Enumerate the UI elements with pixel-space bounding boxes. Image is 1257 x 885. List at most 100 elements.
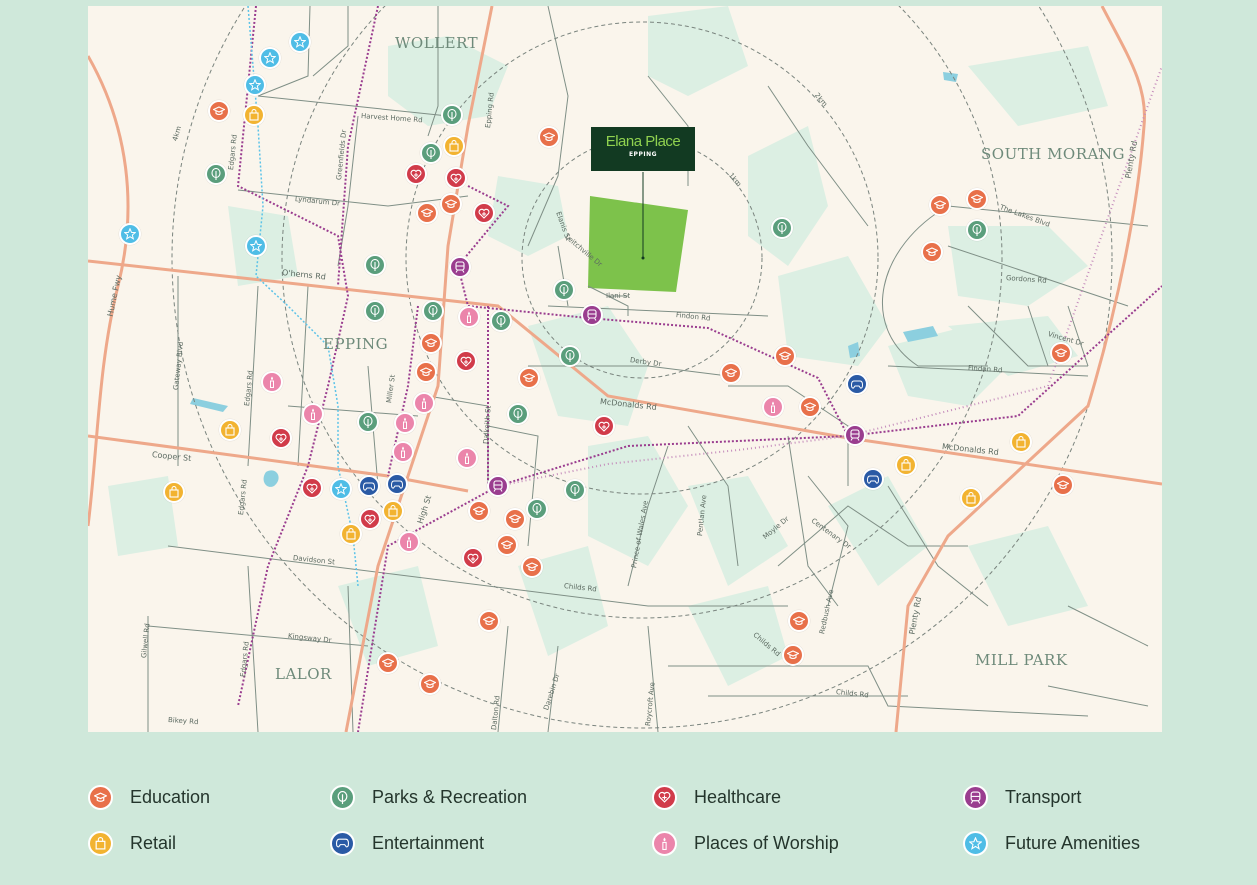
healthcare-marker[interactable] [462, 547, 484, 569]
legend-parks[interactable]: Parks & Recreation [330, 784, 527, 810]
healthcare-marker[interactable] [359, 508, 381, 530]
worship-marker[interactable] [394, 412, 416, 434]
parks-marker[interactable] [553, 279, 575, 301]
entertainment-marker[interactable] [386, 473, 408, 495]
parks-marker[interactable] [422, 300, 444, 322]
retail-marker[interactable] [243, 104, 265, 126]
future-marker[interactable] [244, 74, 266, 96]
parks-marker[interactable] [441, 104, 463, 126]
transport-marker[interactable] [449, 256, 471, 278]
worship-marker[interactable] [261, 371, 283, 393]
education-marker[interactable] [782, 644, 804, 666]
education-marker[interactable] [419, 673, 441, 695]
future-marker[interactable] [330, 478, 352, 500]
worship-marker[interactable] [392, 441, 414, 463]
education-marker[interactable] [929, 194, 951, 216]
retail-marker[interactable] [443, 135, 465, 157]
retail-marker[interactable] [382, 500, 404, 522]
healthcare-marker[interactable] [301, 477, 323, 499]
parks-marker[interactable] [507, 403, 529, 425]
worship-marker[interactable] [302, 403, 324, 425]
mortarboard-icon [926, 247, 938, 257]
legend-label: Healthcare [694, 786, 782, 807]
heart-cross-icon [275, 433, 287, 444]
legend-healthcare[interactable]: Healthcare [652, 784, 781, 810]
future-marker[interactable] [245, 235, 267, 257]
healthcare-marker[interactable] [405, 163, 427, 185]
worship-marker[interactable] [413, 392, 435, 414]
education-marker[interactable] [478, 610, 500, 632]
entertainment-marker[interactable] [846, 373, 868, 395]
worship-marker[interactable] [456, 447, 478, 469]
parks-marker[interactable] [364, 254, 386, 276]
legend-retail[interactable]: Retail [88, 830, 176, 856]
education-marker[interactable] [720, 362, 742, 384]
education-marker[interactable] [1050, 342, 1072, 364]
education-marker[interactable] [799, 396, 821, 418]
transport-marker[interactable] [581, 304, 603, 326]
worship-marker[interactable] [458, 306, 480, 328]
healthcare-marker[interactable] [445, 167, 467, 189]
entertainment-marker[interactable] [358, 475, 380, 497]
transport-marker[interactable] [844, 424, 866, 446]
retail-marker[interactable] [960, 487, 982, 509]
healthcare-marker[interactable] [593, 415, 615, 437]
legend-future[interactable]: Future Amenities [963, 830, 1140, 856]
train-icon [850, 429, 860, 441]
legend-entertainment[interactable]: Entertainment [330, 830, 484, 856]
future-marker[interactable] [289, 31, 311, 53]
education-marker[interactable] [420, 332, 442, 354]
education-marker[interactable] [416, 202, 438, 224]
site-marker[interactable]: Elana Place EPPING [591, 127, 695, 171]
education-marker[interactable] [440, 193, 462, 215]
retail-marker[interactable] [340, 523, 362, 545]
development-site [588, 196, 688, 292]
tree-icon [565, 350, 575, 362]
mortarboard-icon [382, 658, 394, 668]
area-map[interactable]: WOLLERT SOUTH MORANG EPPING LALOR MILL P… [88, 6, 1162, 732]
healthcare-marker[interactable] [455, 350, 477, 372]
education-marker[interactable] [788, 610, 810, 632]
parks-marker[interactable] [420, 142, 442, 164]
education-marker[interactable] [468, 500, 490, 522]
legend-transport[interactable]: Transport [963, 784, 1081, 810]
parks-marker[interactable] [559, 345, 581, 367]
education-marker[interactable] [208, 100, 230, 122]
healthcare-marker[interactable] [473, 202, 495, 224]
parks-marker[interactable] [966, 219, 988, 241]
education-marker[interactable] [415, 361, 437, 383]
education-marker[interactable] [774, 345, 796, 367]
retail-marker[interactable] [895, 454, 917, 476]
worship-marker[interactable] [762, 396, 784, 418]
healthcare-marker[interactable] [270, 427, 292, 449]
education-marker[interactable] [1052, 474, 1074, 496]
entertainment-marker[interactable] [862, 468, 884, 490]
mortarboard-icon [88, 784, 113, 810]
education-marker[interactable] [504, 508, 526, 530]
education-marker[interactable] [921, 241, 943, 263]
shopping-bag-icon [449, 140, 459, 152]
retail-marker[interactable] [219, 419, 241, 441]
parks-marker[interactable] [526, 498, 548, 520]
education-marker[interactable] [518, 367, 540, 389]
parks-marker[interactable] [364, 300, 386, 322]
legend-worship[interactable]: Places of Worship [652, 830, 839, 856]
worship-marker[interactable] [398, 531, 420, 553]
parks-marker[interactable] [771, 217, 793, 239]
parks-marker[interactable] [205, 163, 227, 185]
education-marker[interactable] [377, 652, 399, 674]
parks-marker[interactable] [357, 411, 379, 433]
education-marker[interactable] [966, 188, 988, 210]
education-marker[interactable] [538, 126, 560, 148]
transport-marker[interactable] [487, 475, 509, 497]
education-marker[interactable] [496, 534, 518, 556]
shopping-bag-icon [1016, 436, 1026, 448]
legend-education[interactable]: Education [88, 784, 210, 810]
future-marker[interactable] [259, 47, 281, 69]
retail-marker[interactable] [163, 481, 185, 503]
education-marker[interactable] [521, 556, 543, 578]
retail-marker[interactable] [1010, 431, 1032, 453]
parks-marker[interactable] [564, 479, 586, 501]
parks-marker[interactable] [490, 310, 512, 332]
future-marker[interactable] [119, 223, 141, 245]
